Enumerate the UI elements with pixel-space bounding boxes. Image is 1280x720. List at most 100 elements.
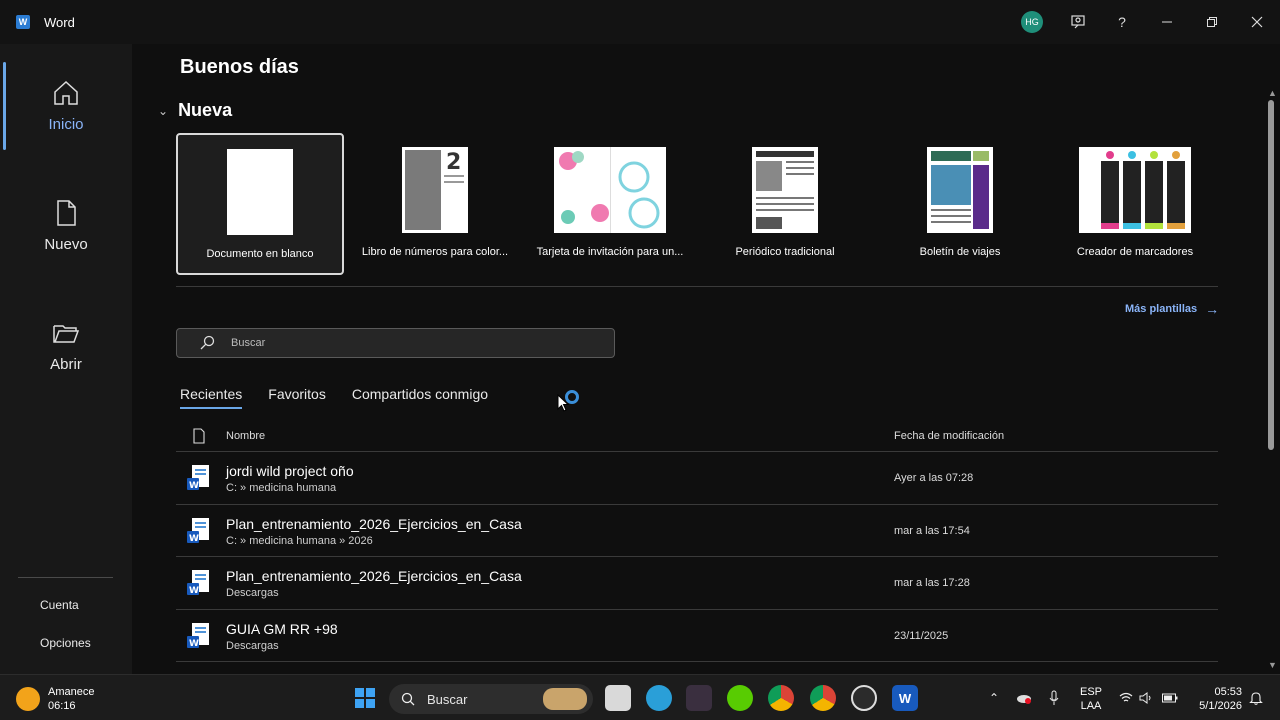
template-thumbnail: 2: [402, 147, 468, 233]
word-document-icon: W: [187, 465, 209, 491]
column-name-header[interactable]: Nombre: [226, 430, 265, 442]
tab-recientes[interactable]: Recientes: [180, 386, 243, 409]
system-clock[interactable]: 05:53 5/1/2026: [1192, 685, 1242, 713]
volume-icon[interactable]: [1138, 690, 1154, 706]
template-bookmark-maker[interactable]: Creador de marcadores: [1051, 133, 1219, 275]
file-type-icon: [193, 428, 205, 444]
word-document-icon: W: [187, 517, 209, 544]
language-code: ESP: [1079, 686, 1102, 698]
word-taskbar-icon[interactable]: W: [892, 685, 918, 711]
options-link[interactable]: Opciones: [40, 636, 91, 650]
duolingo-icon[interactable]: [727, 685, 753, 711]
start-icon[interactable]: [352, 685, 378, 711]
template-name: Tarjeta de invitación para un...: [536, 246, 684, 258]
scrollbar[interactable]: ▲ ▼: [1266, 44, 1280, 674]
file-date: mar a las 17:28: [894, 577, 970, 589]
close-icon[interactable]: [1246, 11, 1268, 33]
sidebar-item-abrir[interactable]: Abrir: [0, 318, 132, 398]
clock-date: 5/1/2026: [1199, 700, 1242, 712]
minimize-icon[interactable]: [1156, 11, 1178, 33]
app-portrait-icon[interactable]: [686, 685, 712, 711]
restore-icon[interactable]: [1201, 11, 1223, 33]
word-logo-icon: W: [16, 15, 30, 29]
svg-text:W: W: [189, 534, 199, 544]
scroll-down-icon[interactable]: ▼: [1268, 660, 1277, 670]
obs-icon[interactable]: [851, 685, 877, 711]
edge-icon[interactable]: [646, 685, 672, 711]
file-path: Descargas: [226, 587, 279, 599]
search-highlight-icon: [543, 688, 587, 710]
file-row[interactable]: W GUIA GM RR +98 Descargas 23/11/2025: [176, 608, 1218, 662]
new-document-icon: [57, 200, 76, 226]
folder-open-icon: [53, 325, 80, 343]
template-gallery: Documento en blanco 2 Libro de números p…: [176, 133, 1222, 275]
template-name: Libro de números para color...: [361, 246, 509, 258]
battery-icon[interactable]: [1162, 690, 1178, 706]
taskbar-search[interactable]: Buscar: [389, 684, 593, 714]
more-templates-label: Más plantillas: [1125, 303, 1198, 315]
template-blank-document[interactable]: Documento en blanco: [176, 133, 344, 275]
recent-files-list: W jordi wild project oño C: » medicina h…: [176, 451, 1218, 674]
search-input[interactable]: [231, 337, 571, 349]
svg-text:W: W: [189, 639, 199, 649]
sidebar-item-inicio[interactable]: Inicio: [0, 78, 132, 158]
sidebar-item-label: Nuevo: [44, 236, 88, 253]
template-name: Documento en blanco: [206, 248, 314, 260]
chrome-icon[interactable]: [768, 685, 794, 711]
home-icon: [54, 80, 78, 105]
account-avatar[interactable]: HG: [1021, 11, 1043, 33]
weather-widget[interactable]: Amanece 06:16: [16, 685, 94, 713]
app-title: Word: [44, 15, 75, 30]
task-view-icon[interactable]: [605, 685, 631, 711]
section-divider: [176, 286, 1218, 287]
title-bar: W Word HG ?: [0, 0, 1280, 44]
notifications-icon[interactable]: [1248, 690, 1264, 706]
account-link[interactable]: Cuenta: [40, 598, 79, 612]
microphone-icon[interactable]: [1046, 690, 1062, 706]
tab-compartidos[interactable]: Compartidos conmigo: [352, 386, 488, 409]
file-row-partial[interactable]: [176, 661, 1218, 674]
arrow-right-icon: →: [1205, 301, 1220, 317]
file-row[interactable]: W jordi wild project oño C: » medicina h…: [176, 451, 1218, 504]
scroll-up-icon[interactable]: ▲: [1268, 88, 1277, 98]
search-icon: [401, 692, 415, 706]
sidebar-item-label: Inicio: [48, 116, 84, 133]
file-row[interactable]: W Plan_entrenamiento_2026_Ejercicios_en_…: [176, 556, 1218, 609]
more-templates-link[interactable]: Más plantillas →: [1125, 301, 1219, 317]
sidebar-item-label: Abrir: [50, 356, 82, 373]
template-name: Creador de marcadores: [1076, 246, 1194, 258]
template-thumbnail: [927, 147, 993, 233]
wifi-icon[interactable]: [1118, 690, 1134, 706]
help-icon[interactable]: ?: [1111, 11, 1133, 33]
feedback-icon[interactable]: [1067, 11, 1089, 33]
chrome-profile-icon[interactable]: [810, 685, 836, 711]
file-name: jordi wild project oño: [226, 463, 354, 479]
sidebar-item-nuevo[interactable]: Nuevo: [0, 198, 132, 278]
new-section-toggle[interactable]: ⌄ Nueva: [158, 100, 232, 121]
template-traditional-newspaper[interactable]: Periódico tradicional: [701, 133, 869, 275]
language-indicator[interactable]: ESP LAA: [1078, 685, 1104, 713]
search-icon: [200, 335, 215, 350]
template-travel-newsletter[interactable]: Boletín de viajes: [876, 133, 1044, 275]
tab-favoritos[interactable]: Favoritos: [268, 386, 326, 409]
taskbar-search-label: Buscar: [427, 691, 468, 707]
onedrive-icon[interactable]: [1016, 690, 1032, 706]
file-date: mar a las 17:54: [894, 524, 970, 537]
clock-time: 05:53: [1214, 686, 1242, 698]
template-invitation-card[interactable]: Tarjeta de invitación para un...: [526, 133, 694, 275]
weather-title: Amanece: [48, 686, 95, 698]
file-row[interactable]: W Plan_entrenamiento_2026_Ejercicios_en_…: [176, 503, 1218, 557]
file-list-header: Nombre Fecha de modificación: [176, 426, 1218, 450]
column-date-header[interactable]: Fecha de modificación: [894, 430, 1004, 442]
scrollbar-thumb[interactable]: [1268, 100, 1274, 450]
word-document-icon: W: [187, 570, 209, 596]
file-path: C: » medicina humana: [226, 482, 337, 494]
main-content: Buenos días ⌄ Nueva Documento en blanco …: [132, 44, 1266, 674]
search-field[interactable]: [176, 328, 615, 358]
chevron-up-icon[interactable]: ⌃: [986, 690, 1002, 706]
svg-text:W: W: [189, 481, 199, 491]
template-number-coloring-book[interactable]: 2 Libro de números para color...: [351, 133, 519, 275]
file-name: Plan_entrenamiento_2026_Ejercicios_en_Ca…: [226, 568, 522, 584]
weather-time: 06:16: [48, 700, 76, 712]
file-name: Plan_entrenamiento_2026_Ejercicios_en_Ca…: [226, 515, 522, 532]
